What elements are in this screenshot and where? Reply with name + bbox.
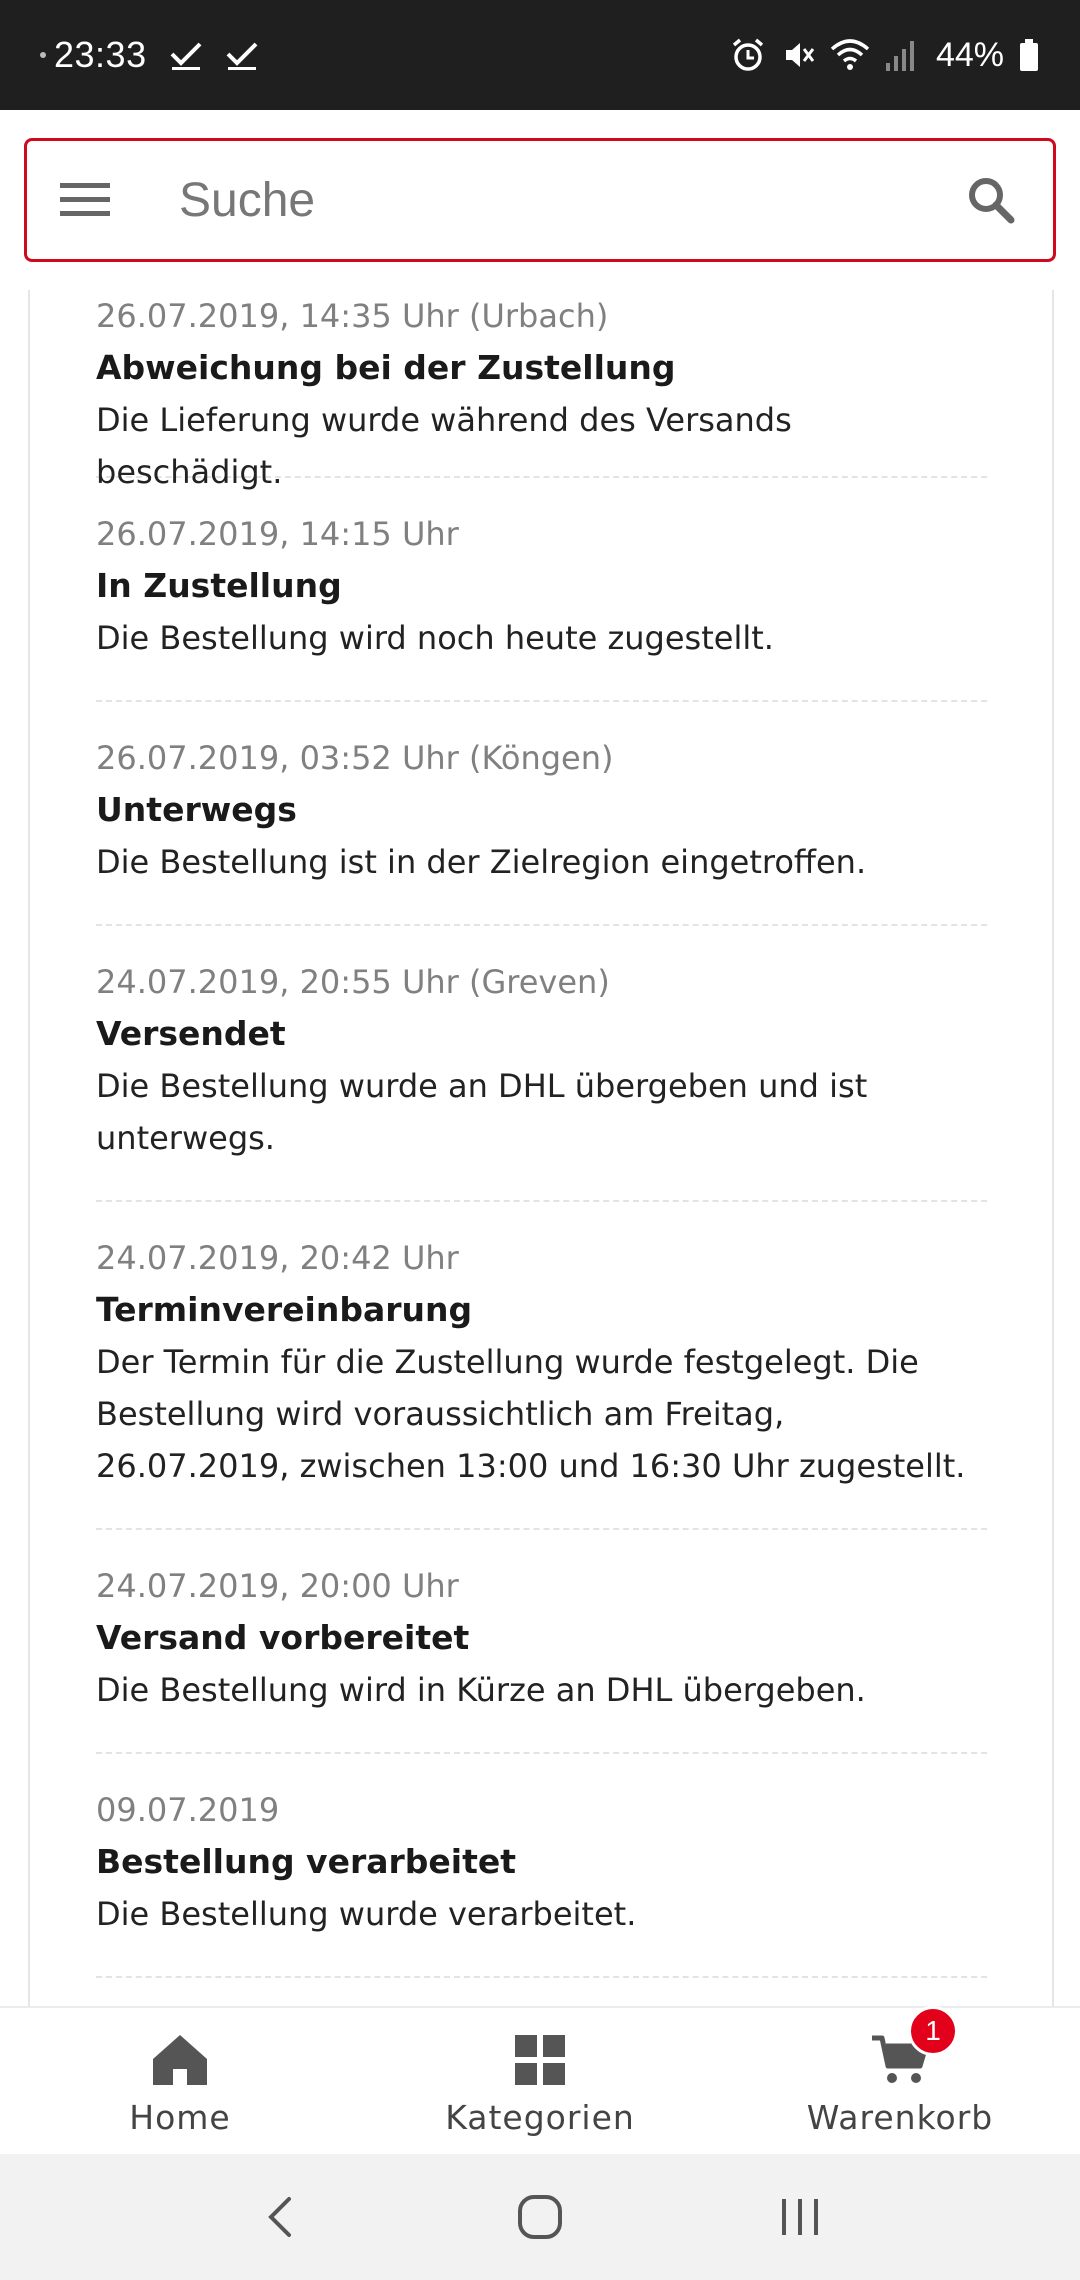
event-title: Versendet <box>96 1014 286 1053</box>
cart-icon: 1 <box>870 2005 958 2092</box>
event-date: 09.07.2019 <box>96 1791 280 1829</box>
home-icon <box>151 2028 209 2092</box>
event-description: Die Bestellung ist in der Zielregion ein… <box>96 843 867 881</box>
nav-cart[interactable]: 1 Warenkorb <box>720 2005 1080 2156</box>
timeline-event: 09.07.2019 Bestellung verarbeitet Die Be… <box>96 1754 987 1978</box>
battery-icon <box>1018 37 1040 73</box>
event-date: 26.07.2019, 14:35 Uhr (Urbach) <box>96 297 609 335</box>
status-time: 23:33 <box>54 34 147 75</box>
status-dot <box>40 52 46 58</box>
check-icon <box>225 38 259 72</box>
event-date: 26.07.2019, 14:15 Uhr <box>96 515 459 553</box>
event-date: 26.07.2019, 03:52 Uhr (Köngen) <box>96 739 614 777</box>
back-icon[interactable] <box>240 2177 320 2257</box>
timeline-event: 26.07.2019, 03:52 Uhr (Köngen) Unterwegs… <box>96 702 987 926</box>
event-title: Terminvereinbarung <box>96 1290 473 1329</box>
recent-apps-icon[interactable] <box>760 2177 840 2257</box>
event-title: Abweichung bei der Zustellung <box>96 348 676 387</box>
tracking-timeline: 26.07.2019, 14:35 Uhr (Urbach) Abweichun… <box>30 290 1052 1978</box>
timeline-event: 24.07.2019, 20:55 Uhr (Greven) Versendet… <box>96 926 987 1202</box>
battery-percent: 44% <box>935 35 1004 74</box>
bottom-navigation: Home Kategorien 1 Warenkorb <box>0 2005 1080 2156</box>
mute-icon <box>780 37 816 73</box>
nav-home-label: Home <box>129 2097 231 2137</box>
timeline-event: 24.07.2019, 20:42 Uhr Terminvereinbarung… <box>96 1202 987 1530</box>
nav-categories-label: Kategorien <box>445 2097 635 2137</box>
event-date: 24.07.2019, 20:00 Uhr <box>96 1567 459 1605</box>
nav-home[interactable]: Home <box>0 2008 360 2156</box>
event-title: Bestellung verarbeitet <box>96 1842 517 1881</box>
system-navigation-bar <box>0 2154 1080 2280</box>
event-date: 24.07.2019, 20:42 Uhr <box>96 1239 459 1277</box>
timeline-event: 24.07.2019, 20:00 Uhr Versand vorbereite… <box>96 1530 987 1754</box>
signal-icon <box>884 37 916 73</box>
search-bar <box>24 138 1056 262</box>
alarm-icon <box>730 37 766 73</box>
event-description: Die Bestellung wird noch heute zugestell… <box>96 619 774 657</box>
nav-cart-label: Warenkorb <box>806 2097 994 2137</box>
status-bar: 23:33 44% <box>0 0 1080 110</box>
event-date: 24.07.2019, 20:55 Uhr (Greven) <box>96 963 610 1001</box>
grid-icon <box>515 2028 565 2092</box>
event-description: Der Termin für die Zustellung wurde fest… <box>96 1343 966 1485</box>
search-input[interactable] <box>177 171 959 229</box>
hamburger-menu-icon[interactable] <box>57 172 113 228</box>
event-description: Die Bestellung wurde an DHL übergeben un… <box>96 1067 868 1157</box>
timeline-event: 26.07.2019, 14:35 Uhr (Urbach) Abweichun… <box>96 290 987 491</box>
wifi-icon <box>830 37 870 73</box>
home-circle-icon[interactable] <box>500 2177 580 2257</box>
check-icon <box>169 38 203 72</box>
tracking-timeline-card: 26.07.2019, 14:35 Uhr (Urbach) Abweichun… <box>28 290 1054 2006</box>
event-title: Versand vorbereitet <box>96 1618 470 1657</box>
search-icon[interactable] <box>959 168 1023 232</box>
event-description: Die Bestellung wurde verarbeitet. <box>96 1895 637 1933</box>
nav-categories[interactable]: Kategorien <box>360 2008 720 2156</box>
timeline-event: 26.07.2019, 14:15 Uhr In Zustellung Die … <box>96 478 987 702</box>
event-title: In Zustellung <box>96 566 342 605</box>
event-description: Die Bestellung wird in Kürze an DHL über… <box>96 1671 866 1709</box>
event-title: Unterwegs <box>96 790 297 829</box>
cart-badge: 1 <box>908 2005 958 2056</box>
